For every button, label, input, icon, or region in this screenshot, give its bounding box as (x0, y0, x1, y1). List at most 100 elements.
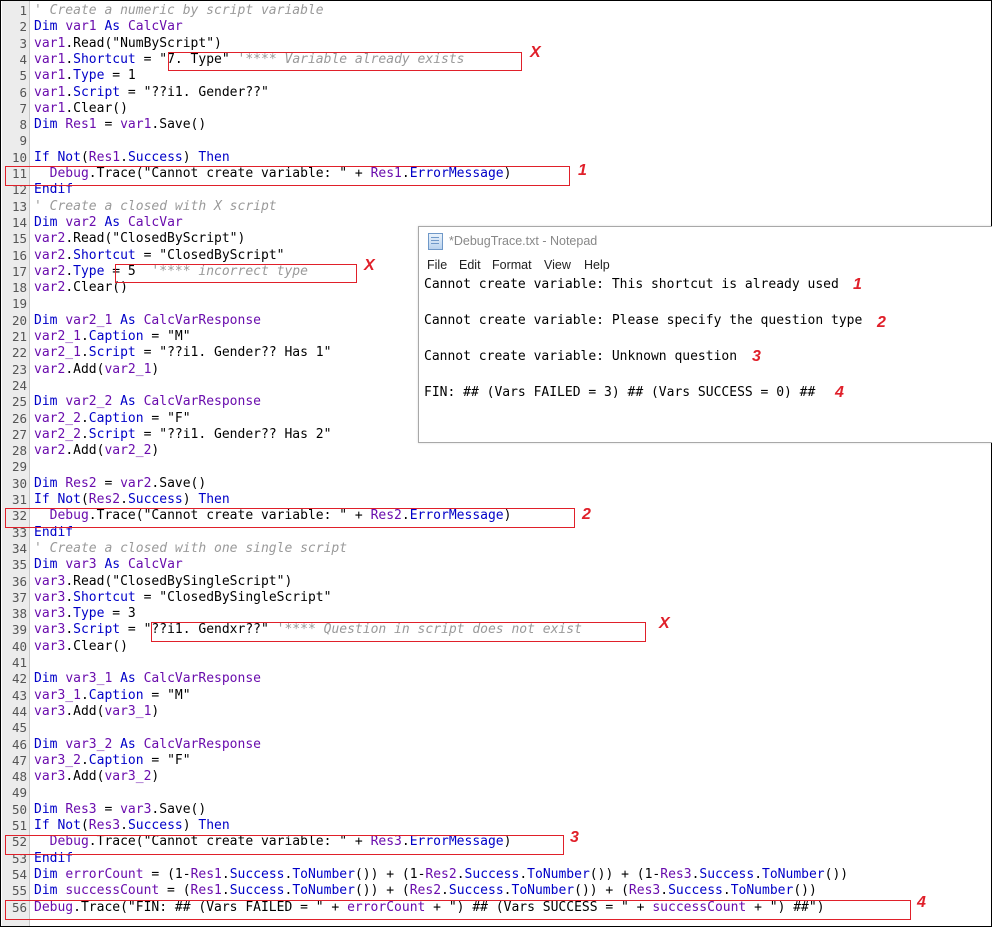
code-line[interactable]: 44 var3.Add(var3_1) (1, 704, 991, 720)
code-line[interactable]: 48 var3.Add(var3_2) (1, 769, 991, 785)
code-token: var3 (120, 801, 152, 817)
code-line[interactable]: 36 var3.Read("ClosedBySingleScript") (1, 574, 991, 590)
code-token: var3 (65, 557, 97, 573)
code-line[interactable]: 56 Debug.Trace("FIN: ## (Vars FAILED = " … (1, 900, 991, 916)
code-line[interactable]: 53 Endif (1, 851, 991, 867)
line-number: 20 (11, 312, 27, 328)
code-line[interactable]: 46 Dim var3_2 As CalcVarResponse (1, 737, 991, 753)
code-token: = "??i1. Gender?? Has 2" (135, 426, 332, 442)
line-number: 12 (11, 182, 27, 198)
code-line[interactable]: 47 var3_2.Caption = "F" (1, 753, 991, 769)
code-token: Res3 (65, 801, 97, 817)
code-token: As (96, 557, 128, 573)
line-number: 27 (11, 426, 27, 442)
code-token: As (96, 19, 128, 35)
notepad-window[interactable]: *DebugTrace.txt - Notepad File Edit Form… (418, 226, 992, 443)
code-token: . (65, 51, 74, 67)
code-token: = "F" (143, 752, 191, 768)
code-line[interactable]: 28 var2.Add(var2_2) (1, 443, 991, 459)
line-number: 37 (11, 589, 27, 605)
code-token: var3 (34, 589, 66, 605)
menu-file[interactable]: File (427, 258, 447, 272)
code-line[interactable]: 39 var3.Script = "??i1. Gendxr??" '**** Q… (1, 622, 991, 638)
code-text: Debug.Trace("Cannot create variable: " +… (34, 166, 512, 182)
notepad-title-bar[interactable]: *DebugTrace.txt - Notepad (419, 227, 992, 255)
code-text: var2.Add(var2_1) (34, 362, 159, 378)
code-line[interactable]: 7 var1.Clear() (1, 101, 991, 117)
code-line[interactable]: 29 (1, 459, 991, 475)
code-line[interactable]: 41 (1, 655, 991, 671)
code-token: If Not (34, 149, 81, 165)
code-line[interactable]: 34 ' Create a closed with one single scri… (1, 541, 991, 557)
code-token: Res1 (370, 166, 402, 181)
code-line[interactable]: 40 var3.Clear() (1, 639, 991, 655)
code-line[interactable]: 43 var3_1.Caption = "M" (1, 688, 991, 704)
code-line[interactable]: 5 var1.Type = 1 (1, 68, 991, 84)
code-line[interactable]: 33 Endif (1, 525, 991, 541)
code-token: ()) (793, 883, 817, 899)
code-line[interactable]: 6 var1.Script = "??i1. Gender??" (1, 85, 991, 101)
code-token: ( (80, 818, 89, 833)
code-line[interactable]: 1 ' Create a numeric by script variable (1, 3, 991, 19)
code-line[interactable]: 2 Dim var1 As CalcVar (1, 19, 991, 35)
code-token: errorCount (347, 899, 426, 915)
code-token: var2_2 (65, 394, 113, 410)
menu-help[interactable]: Help (584, 258, 610, 272)
code-text: var1.Read("NumByScript") (34, 36, 222, 52)
code-text: var3.Read("ClosedBySingleScript") (34, 574, 292, 590)
code-text: Dim var2_2 As CalcVarResponse (34, 394, 261, 410)
code-editor[interactable]: 1 ' Create a numeric by script variable 2 D… (0, 0, 992, 927)
code-text: If Not(Res3.Success) Then (34, 818, 230, 834)
code-token: Success (448, 883, 504, 899)
trace-line-4: FIN: ## (Vars FAILED = 3) ## (Vars SUCCE… (424, 385, 816, 400)
line-number: 52 (11, 834, 27, 850)
code-line[interactable]: 55 Dim successCount = (Res1.Success.ToNum… (1, 883, 991, 899)
code-token: var1 (34, 84, 66, 100)
code-line[interactable]: 45 (1, 720, 991, 736)
code-text: var1.Type = 1 (34, 68, 136, 84)
line-number: 2 (19, 19, 27, 35)
code-line[interactable]: 13 ' Create a closed with X script (1, 199, 991, 215)
code-line[interactable]: 42 Dim var3_1 As CalcVarResponse (1, 671, 991, 687)
code-line[interactable]: 35 Dim var3 As CalcVar (1, 557, 991, 573)
code-line[interactable]: 3 var1.Read("NumByScript") (1, 36, 991, 52)
code-line[interactable]: 37 var3.Shortcut = "ClosedBySingleScript" (1, 590, 991, 606)
code-line[interactable]: 8 Dim Res1 = var1.Save() (1, 117, 991, 133)
code-token: Success (464, 866, 520, 882)
code-token: ToNumber (762, 866, 825, 882)
line-number: 16 (11, 247, 27, 263)
menu-view[interactable]: View (544, 258, 571, 272)
code-line[interactable]: 50 Dim Res3 = var3.Save() (1, 802, 991, 818)
code-line[interactable]: 52 Debug.Trace("Cannot create variable: … (1, 834, 991, 850)
code-token: = "M" (143, 329, 191, 344)
code-line[interactable]: 4 var1.Shortcut = "7. Type" '**** Variabl… (1, 52, 991, 68)
code-line[interactable]: 10 If Not(Res1.Success) Then (1, 150, 991, 166)
code-token: . (65, 589, 74, 605)
code-line[interactable]: 9 (1, 133, 991, 149)
code-line[interactable]: 11 Debug.Trace("Cannot create variable: … (1, 166, 991, 182)
code-token: Dim (34, 801, 66, 817)
code-token: var2 (65, 214, 97, 230)
code-token: .Trace("Cannot create variable: " + (88, 834, 371, 850)
code-token: Then (198, 818, 230, 833)
code-line[interactable]: 30 Dim Res2 = var2.Save() (1, 476, 991, 492)
code-token: CalcVarResponse (143, 736, 261, 752)
code-token: .Clear() (65, 100, 128, 116)
code-token: ()) + (1- (589, 866, 661, 882)
trace-marker-1: 1 (853, 276, 862, 293)
notepad-text-area[interactable]: Cannot create variable: This shortcut is… (419, 275, 992, 442)
code-line[interactable]: 12 Endif (1, 182, 991, 198)
line-number: 9 (19, 133, 27, 149)
code-token: var2 (34, 443, 66, 459)
code-line[interactable]: 38 var3.Type = 3 (1, 606, 991, 622)
line-number: 34 (11, 540, 27, 556)
code-token: . (80, 752, 89, 768)
menu-edit[interactable]: Edit (459, 258, 481, 272)
code-line[interactable]: 31 If Not(Res2.Success) Then (1, 492, 991, 508)
code-line[interactable]: 49 (1, 785, 991, 801)
menu-format[interactable]: Format (492, 258, 532, 272)
code-line[interactable]: 32 Debug.Trace("Cannot create variable: … (1, 508, 991, 524)
code-token: ) (503, 166, 512, 181)
code-line[interactable]: 54 Dim errorCount = (1-Res1.Success.ToNum… (1, 867, 991, 883)
code-line[interactable]: 51 If Not(Res3.Success) Then (1, 818, 991, 834)
